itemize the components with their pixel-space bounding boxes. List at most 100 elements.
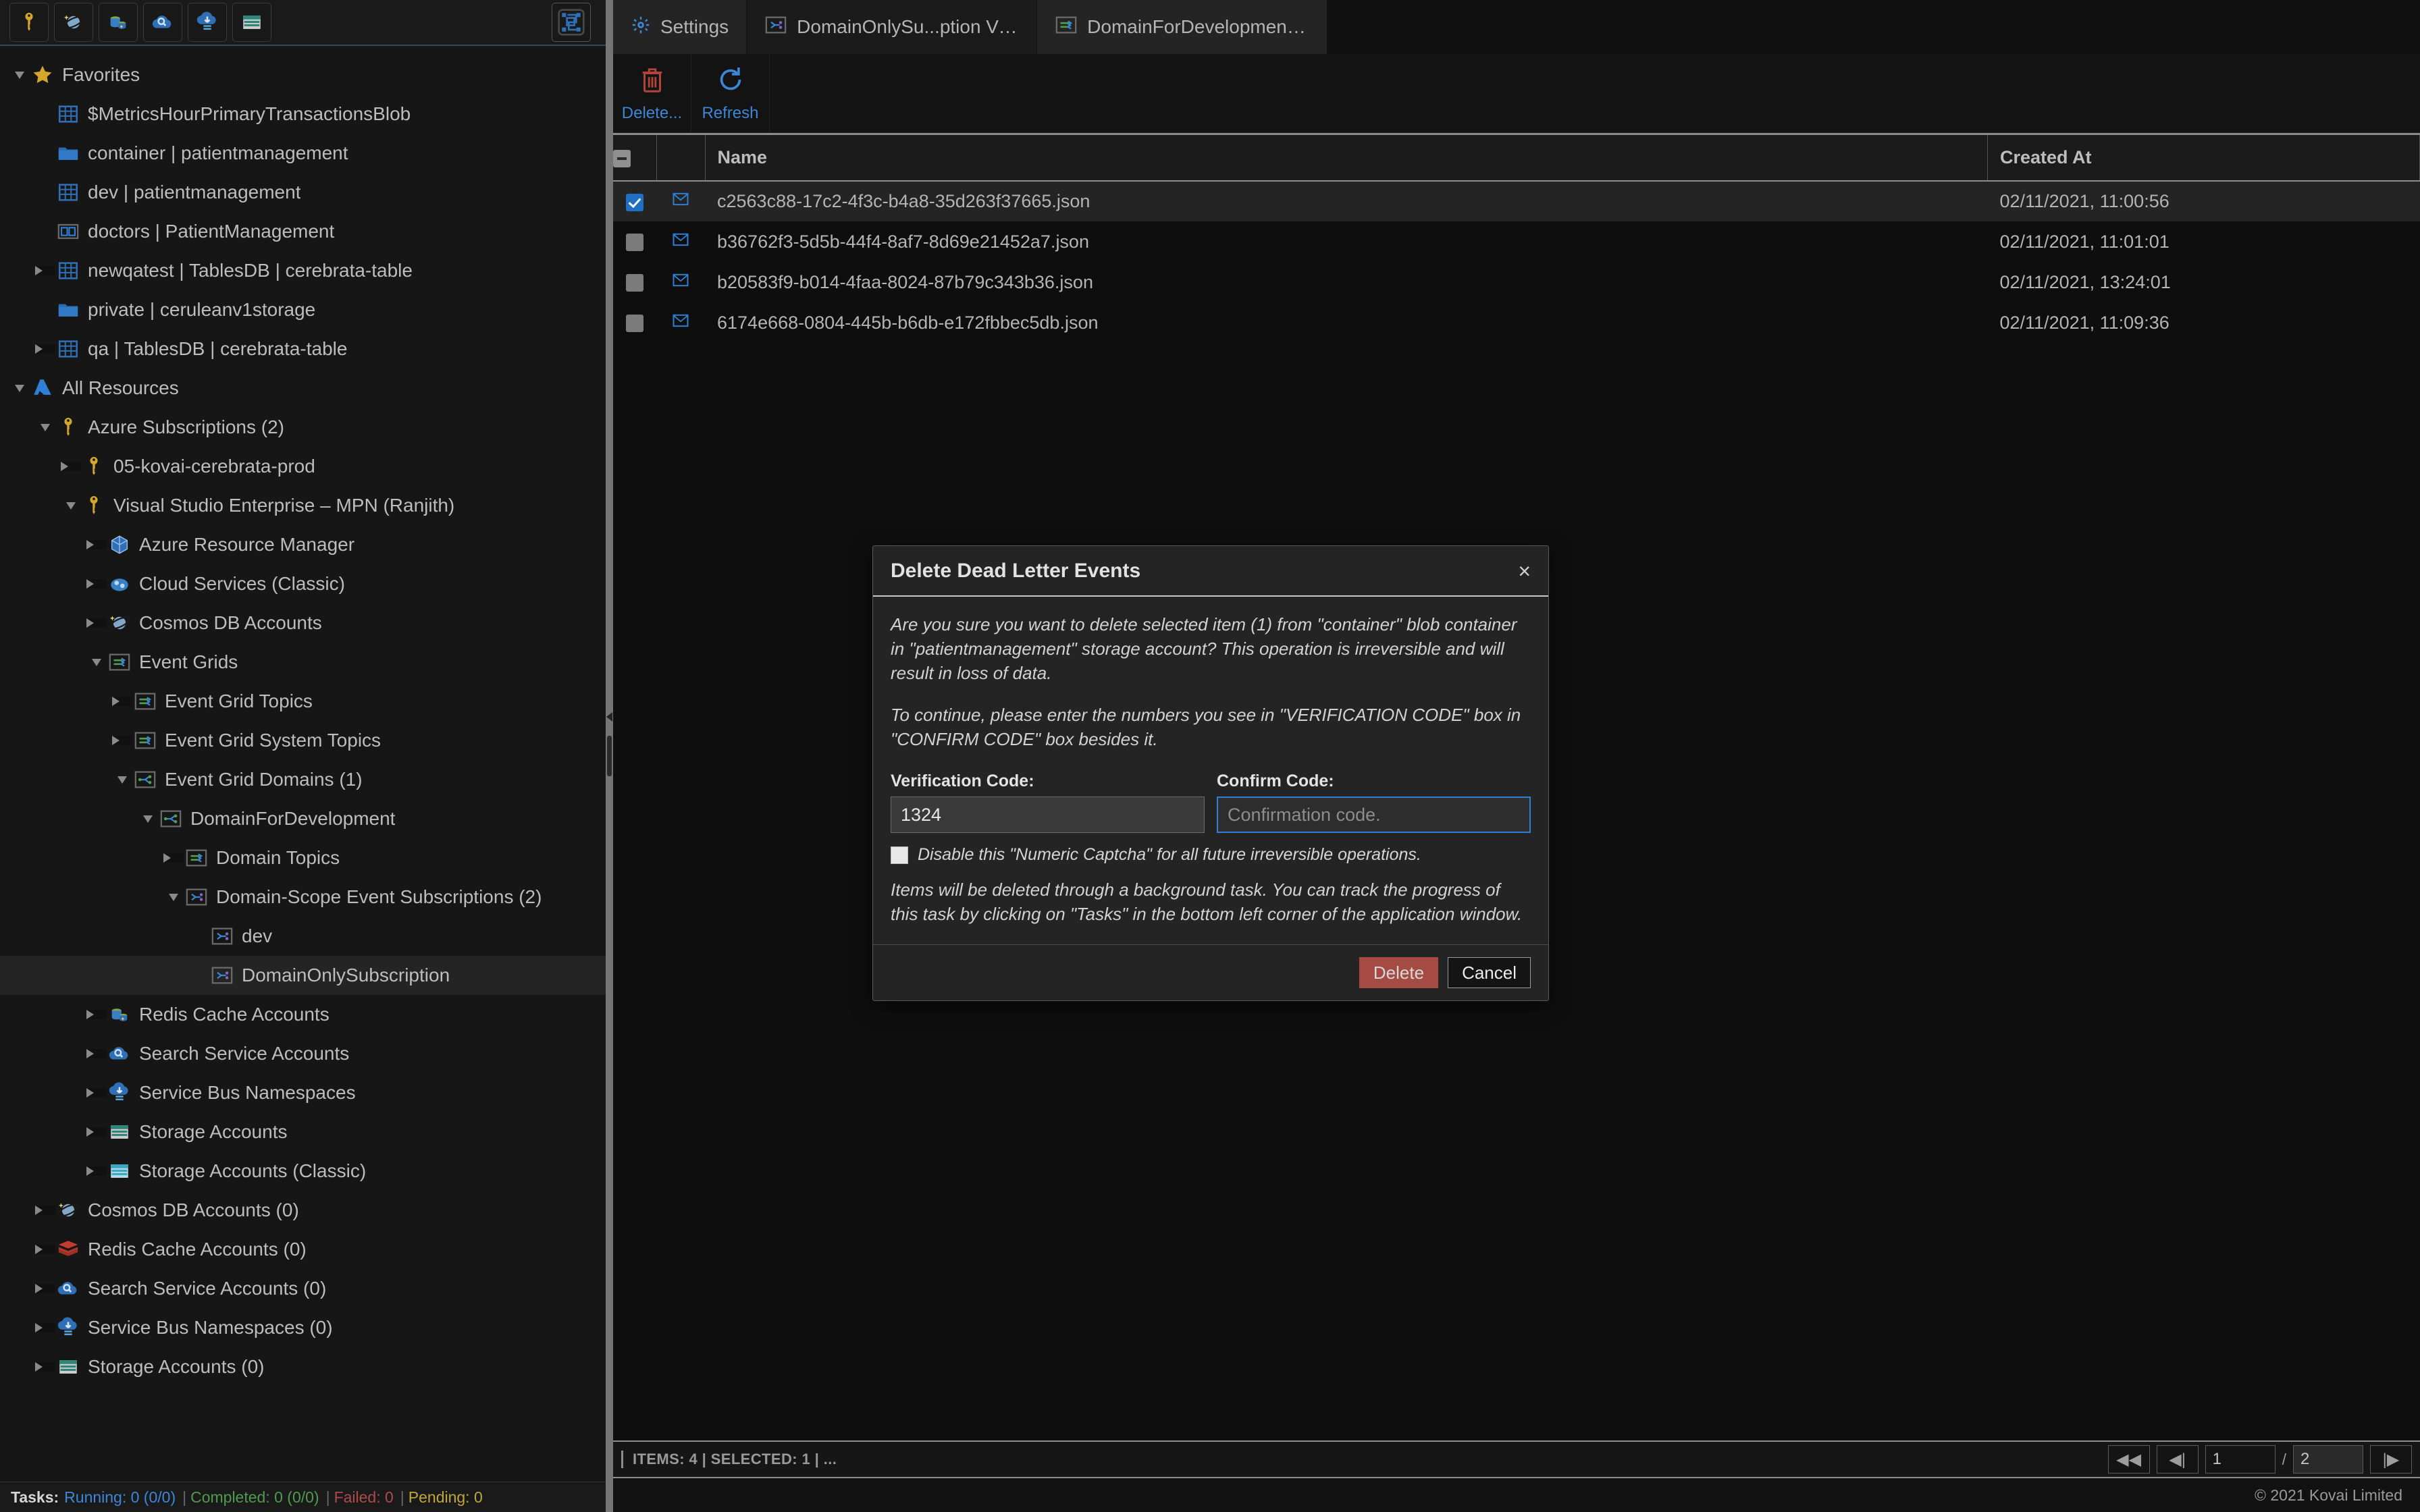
tree-twisty[interactable] bbox=[35, 266, 55, 275]
pagination-controls[interactable]: ◀◀ ◀| 1 / 2 |▶ bbox=[2107, 1445, 2412, 1474]
toolbar-storage-account-icon[interactable] bbox=[232, 3, 271, 42]
tree-item[interactable]: private | ceruleanv1storage bbox=[0, 290, 606, 329]
tree-twisty[interactable] bbox=[35, 1284, 55, 1293]
tree-twisty[interactable] bbox=[35, 1323, 55, 1332]
toolbar-service-bus-icon[interactable] bbox=[188, 3, 227, 42]
created-at-header[interactable]: Created At bbox=[1987, 135, 2420, 182]
tree-item[interactable]: doctors | PatientManagement bbox=[0, 212, 606, 251]
toolbar-redis-cache-icon[interactable] bbox=[99, 3, 138, 42]
tree-twisty[interactable] bbox=[9, 71, 30, 79]
previous-page-button[interactable]: ◀| bbox=[2156, 1445, 2199, 1474]
row-checkbox[interactable] bbox=[626, 234, 643, 252]
tree-item[interactable]: Cosmos DB Accounts (0) bbox=[0, 1191, 606, 1230]
splitter-grip[interactable] bbox=[607, 736, 612, 776]
row-checkbox[interactable] bbox=[626, 193, 643, 211]
tree-twisty[interactable] bbox=[86, 579, 107, 589]
tree-twisty[interactable] bbox=[112, 736, 132, 745]
select-all-header[interactable] bbox=[613, 135, 657, 182]
disable-captcha-row[interactable]: Disable this "Numeric Captcha" for all f… bbox=[891, 845, 1531, 865]
toolbar-collapse-all-icon[interactable] bbox=[552, 3, 591, 42]
toolbar-key-icon[interactable] bbox=[9, 3, 49, 42]
tree-item[interactable]: Search Service Accounts (0) bbox=[0, 1269, 606, 1308]
select-all-checkbox[interactable] bbox=[613, 149, 631, 167]
tree-twisty[interactable] bbox=[86, 1088, 107, 1098]
tree-twisty[interactable] bbox=[86, 1049, 107, 1058]
tree-item[interactable]: $MetricsHourPrimaryTransactionsBlob bbox=[0, 94, 606, 134]
tree-twisty[interactable] bbox=[86, 1010, 107, 1019]
tree-item[interactable]: Event Grids bbox=[0, 643, 606, 682]
tree-item[interactable]: Redis Cache Accounts bbox=[0, 995, 606, 1034]
tree-item[interactable]: Storage Accounts (Classic) bbox=[0, 1152, 606, 1191]
tree-item[interactable]: dev | patientmanagement bbox=[0, 173, 606, 212]
first-page-button[interactable]: ◀◀ bbox=[2107, 1445, 2150, 1474]
tree-twisty[interactable] bbox=[61, 462, 81, 471]
collapse-panel-arrow-icon[interactable] bbox=[606, 712, 612, 722]
tree-item[interactable]: DomainForDevelopment bbox=[0, 799, 606, 838]
tree-twisty[interactable] bbox=[112, 697, 132, 706]
disable-captcha-checkbox[interactable] bbox=[891, 846, 908, 864]
tree-item[interactable]: Cloud Services (Classic) bbox=[0, 564, 606, 603]
tree-twisty[interactable] bbox=[61, 502, 81, 510]
tree-twisty[interactable] bbox=[86, 658, 107, 666]
tree-item[interactable]: qa | TablesDB | cerebrata-table bbox=[0, 329, 606, 369]
tree-twisty[interactable] bbox=[35, 1245, 55, 1254]
command-bar[interactable]: Delete... Refresh bbox=[613, 54, 2420, 133]
tree-twisty[interactable] bbox=[35, 423, 55, 431]
next-page-button[interactable]: |▶ bbox=[2370, 1445, 2412, 1474]
tree-item[interactable]: All Resources bbox=[0, 369, 606, 408]
tree-item[interactable]: Azure Subscriptions (2) bbox=[0, 408, 606, 447]
tree-twisty[interactable] bbox=[35, 1362, 55, 1372]
table-row[interactable]: c2563c88-17c2-4f3c-b4a8-35d263f37665.jso… bbox=[613, 181, 2420, 221]
tree-twisty[interactable] bbox=[86, 1127, 107, 1137]
tree-item[interactable]: Visual Studio Enterprise – MPN (Ranjith) bbox=[0, 486, 606, 525]
tree-item[interactable]: Event Grid Topics bbox=[0, 682, 606, 721]
tree-item[interactable]: Storage Accounts bbox=[0, 1112, 606, 1152]
tree-twisty[interactable] bbox=[35, 344, 55, 354]
tree-twisty[interactable] bbox=[163, 853, 184, 863]
tab-1[interactable]: Settings bbox=[613, 0, 747, 54]
row-select-cell[interactable] bbox=[613, 181, 656, 221]
tree-item[interactable]: Cosmos DB Accounts bbox=[0, 603, 606, 643]
tree-item[interactable]: container | patientmanagement bbox=[0, 134, 606, 173]
tree-twisty[interactable] bbox=[138, 815, 158, 823]
confirm-code-input[interactable]: Confirmation code. bbox=[1217, 796, 1531, 834]
current-page-input[interactable]: 1 bbox=[2205, 1445, 2276, 1474]
tree-item[interactable]: Search Service Accounts bbox=[0, 1034, 606, 1073]
tree-item[interactable]: Azure Resource Manager bbox=[0, 525, 606, 564]
row-checkbox[interactable] bbox=[626, 274, 643, 292]
cancel-button[interactable]: Cancel bbox=[1448, 957, 1531, 989]
tree-item[interactable]: Service Bus Namespaces (0) bbox=[0, 1308, 606, 1347]
tree-twisty[interactable] bbox=[112, 776, 132, 784]
name-header[interactable]: Name bbox=[705, 135, 1988, 182]
table-row[interactable]: b20583f9-b014-4faa-8024-87b79c343b36.jso… bbox=[613, 262, 2420, 302]
toolbar-search-service-icon[interactable] bbox=[143, 3, 182, 42]
command-refresh-button[interactable]: Refresh bbox=[691, 54, 770, 132]
delete-button[interactable]: Delete bbox=[1359, 957, 1439, 989]
table-row[interactable]: b36762f3-5d5b-44f4-8af7-8d69e21452a7.jso… bbox=[613, 221, 2420, 262]
tree-item[interactable]: DomainOnlySubscription bbox=[0, 956, 606, 995]
tab-bar[interactable]: Settings DomainOnlySu...ption Visu DomainF… bbox=[613, 0, 2420, 54]
tasks-bar[interactable]: Tasks: Running: 0 (0/0) | Completed: 0 (… bbox=[0, 1482, 606, 1512]
tree-item[interactable]: Service Bus Namespaces bbox=[0, 1073, 606, 1112]
panel-splitter[interactable] bbox=[606, 0, 613, 1512]
close-icon[interactable]: × bbox=[1518, 560, 1531, 582]
tree-twisty[interactable] bbox=[86, 618, 107, 628]
tree-item[interactable]: Domain-Scope Event Subscriptions (2) bbox=[0, 878, 606, 917]
table-row[interactable]: 6174e668-0804-445b-b6db-e172fbbec5db.jso… bbox=[613, 302, 2420, 343]
tree-item[interactable]: Event Grid Domains (1) bbox=[0, 760, 606, 799]
tree-twisty[interactable] bbox=[9, 384, 30, 392]
tree-twisty[interactable] bbox=[35, 1206, 55, 1215]
tree-item[interactable]: Domain Topics bbox=[0, 838, 606, 878]
tab-3[interactable]: DomainForDevelopment Vi bbox=[1037, 0, 1328, 54]
toolbar-cosmos-db-icon[interactable] bbox=[54, 3, 93, 42]
tab-2[interactable]: DomainOnlySu...ption Visu bbox=[747, 0, 1038, 54]
resource-tree[interactable]: Favorites $MetricsHourPrimaryTransactions… bbox=[0, 46, 606, 1482]
tree-item[interactable]: newqatest | TablesDB | cerebrata-table bbox=[0, 251, 606, 290]
tree-item[interactable]: Event Grid System Topics bbox=[0, 721, 606, 760]
row-select-cell[interactable] bbox=[613, 262, 656, 302]
tree-item[interactable]: Redis Cache Accounts (0) bbox=[0, 1230, 606, 1269]
tree-item[interactable]: dev bbox=[0, 917, 606, 956]
tree-item[interactable]: Storage Accounts (0) bbox=[0, 1347, 606, 1386]
tree-twisty[interactable] bbox=[86, 540, 107, 549]
tree-item[interactable]: Favorites bbox=[0, 55, 606, 94]
